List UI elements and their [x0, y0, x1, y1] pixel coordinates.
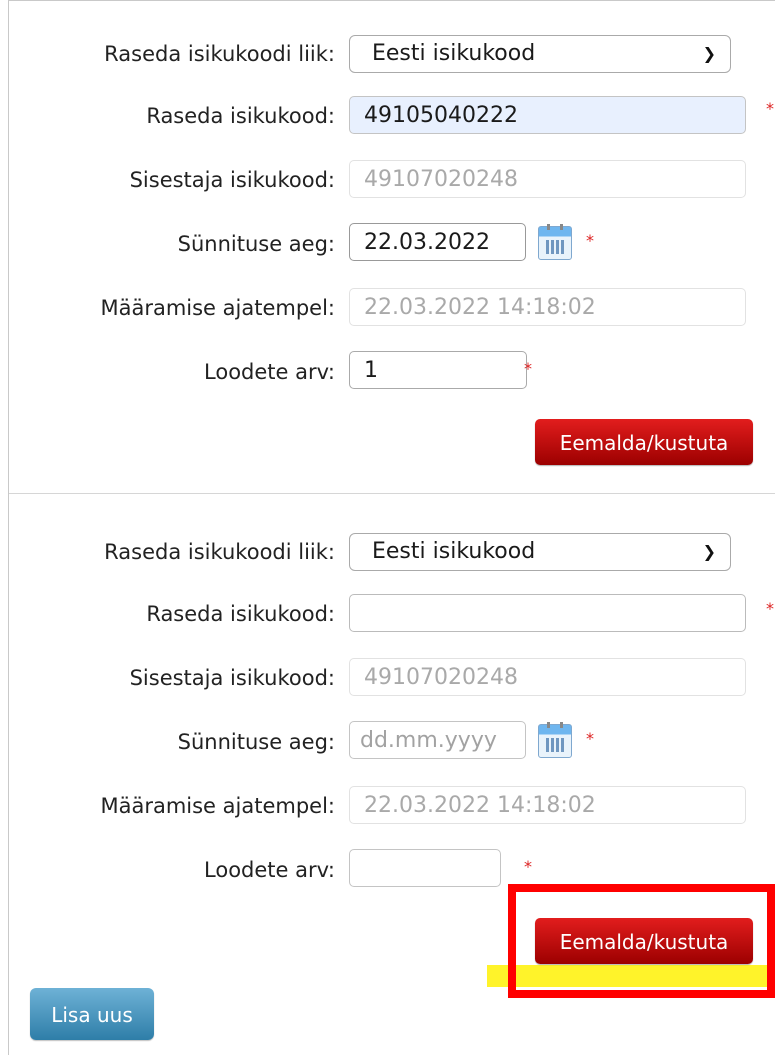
remove-button[interactable]: Eemalda/kustuta	[535, 419, 753, 465]
required-marker: *	[586, 231, 594, 250]
required-marker: *	[586, 729, 594, 748]
enterer-id-field	[349, 658, 746, 696]
id-type-select[interactable]: Eesti isikukood ❯	[349, 35, 731, 73]
fetus-count-label: Loodete arv:	[204, 858, 335, 882]
required-marker: *	[766, 599, 774, 618]
id-type-label: Raseda isikukoodi liik:	[104, 540, 335, 564]
pregnant-id-input[interactable]	[349, 594, 746, 632]
timestamp-label: Määramise ajatempel:	[100, 296, 335, 320]
required-marker: *	[524, 857, 532, 876]
id-type-label: Raseda isikukoodi liik:	[104, 42, 335, 66]
id-type-value: Eesti isikukood	[372, 539, 536, 564]
add-new-button[interactable]: Lisa uus	[30, 988, 154, 1040]
birth-date-input[interactable]	[349, 223, 526, 261]
id-type-value: Eesti isikukood	[372, 41, 536, 66]
birth-time-label: Sünnituse aeg:	[177, 730, 335, 754]
timestamp-field	[349, 786, 746, 824]
fetus-count-input[interactable]	[349, 849, 501, 887]
enterer-id-field	[349, 160, 746, 198]
chevron-down-icon: ❯	[702, 44, 716, 63]
id-type-select[interactable]: Eesti isikukood ❯	[349, 533, 731, 571]
timestamp-label: Määramise ajatempel:	[100, 794, 335, 818]
calendar-icon[interactable]	[538, 722, 572, 758]
pregnant-id-label: Raseda isikukood:	[146, 602, 335, 626]
calendar-icon[interactable]	[538, 224, 572, 260]
birth-date-input[interactable]	[349, 721, 526, 759]
birth-time-label: Sünnituse aeg:	[177, 232, 335, 256]
chevron-down-icon: ❯	[702, 542, 716, 561]
timestamp-field	[349, 288, 746, 326]
fetus-count-input[interactable]	[349, 351, 527, 389]
enterer-id-label: Sisestaja isikukood:	[129, 666, 335, 690]
form-divider	[9, 493, 775, 494]
remove-button[interactable]: Eemalda/kustuta	[535, 918, 753, 964]
enterer-id-label: Sisestaja isikukood:	[129, 168, 335, 192]
required-marker: *	[766, 99, 774, 118]
fetus-count-label: Loodete arv:	[204, 360, 335, 384]
pregnant-id-label: Raseda isikukood:	[146, 104, 335, 128]
required-marker: *	[524, 359, 532, 378]
pregnant-id-input[interactable]	[349, 96, 746, 134]
